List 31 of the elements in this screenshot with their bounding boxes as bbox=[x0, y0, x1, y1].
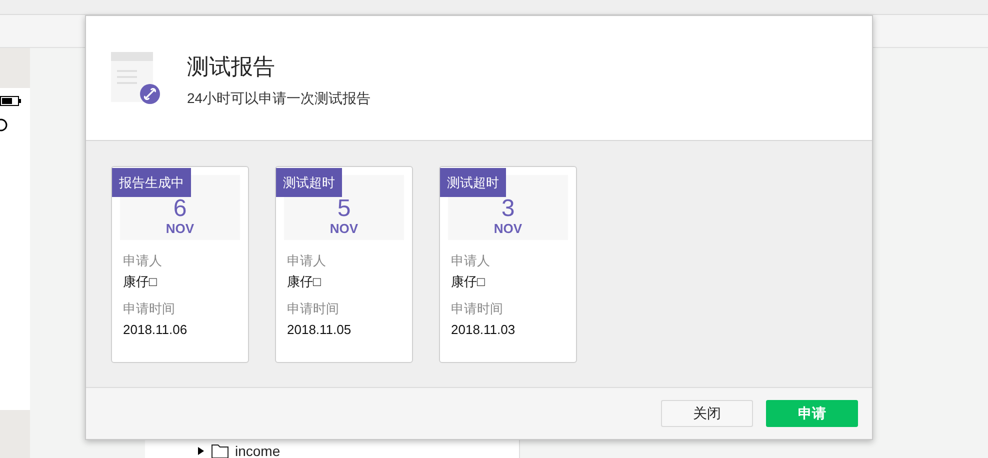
request-time: 2018.11.05 bbox=[287, 321, 352, 339]
document-link-icon bbox=[111, 52, 161, 105]
dialog-subtitle: 24小时可以申请一次测试报告 bbox=[187, 89, 371, 108]
day-number: 6 bbox=[173, 197, 187, 221]
applicant-name: 康仔□ bbox=[123, 273, 158, 291]
day-number: 5 bbox=[337, 197, 351, 221]
tree-item[interactable]: income bbox=[145, 444, 519, 458]
time-label: 申请时间 bbox=[123, 300, 176, 318]
status-badge: 测试超时 bbox=[440, 168, 506, 197]
month-label: NOV bbox=[330, 221, 358, 237]
time-label: 申请时间 bbox=[451, 300, 504, 318]
folder-icon bbox=[211, 444, 229, 458]
battery-icon bbox=[0, 96, 22, 106]
report-card[interactable]: 报告生成中 6 NOV 申请人 康仔□ 申请时间 2018.11.06 bbox=[111, 166, 249, 363]
applicant-label: 申请人 bbox=[451, 252, 491, 270]
status-badge: 报告生成中 bbox=[112, 168, 191, 197]
month-label: NOV bbox=[494, 221, 522, 237]
month-label: NOV bbox=[166, 221, 194, 237]
request-time: 2018.11.03 bbox=[451, 321, 516, 339]
status-badge: 测试超时 bbox=[276, 168, 342, 197]
dialog-title: 测试报告 bbox=[187, 53, 276, 81]
applicant-name: 康仔□ bbox=[287, 273, 322, 291]
day-number: 3 bbox=[501, 197, 515, 221]
applicant-label: 申请人 bbox=[123, 252, 163, 270]
report-card[interactable]: 测试超时 5 NOV 申请人 康仔□ 申请时间 2018.11.05 bbox=[275, 166, 413, 363]
applicant-name: 康仔□ bbox=[451, 273, 486, 291]
time-label: 申请时间 bbox=[287, 300, 340, 318]
report-card[interactable]: 测试超时 3 NOV 申请人 康仔□ 申请时间 2018.11.03 bbox=[439, 166, 577, 363]
close-button[interactable]: 关闭 bbox=[661, 400, 753, 427]
request-time: 2018.11.06 bbox=[123, 321, 188, 339]
applicant-label: 申请人 bbox=[287, 252, 327, 270]
